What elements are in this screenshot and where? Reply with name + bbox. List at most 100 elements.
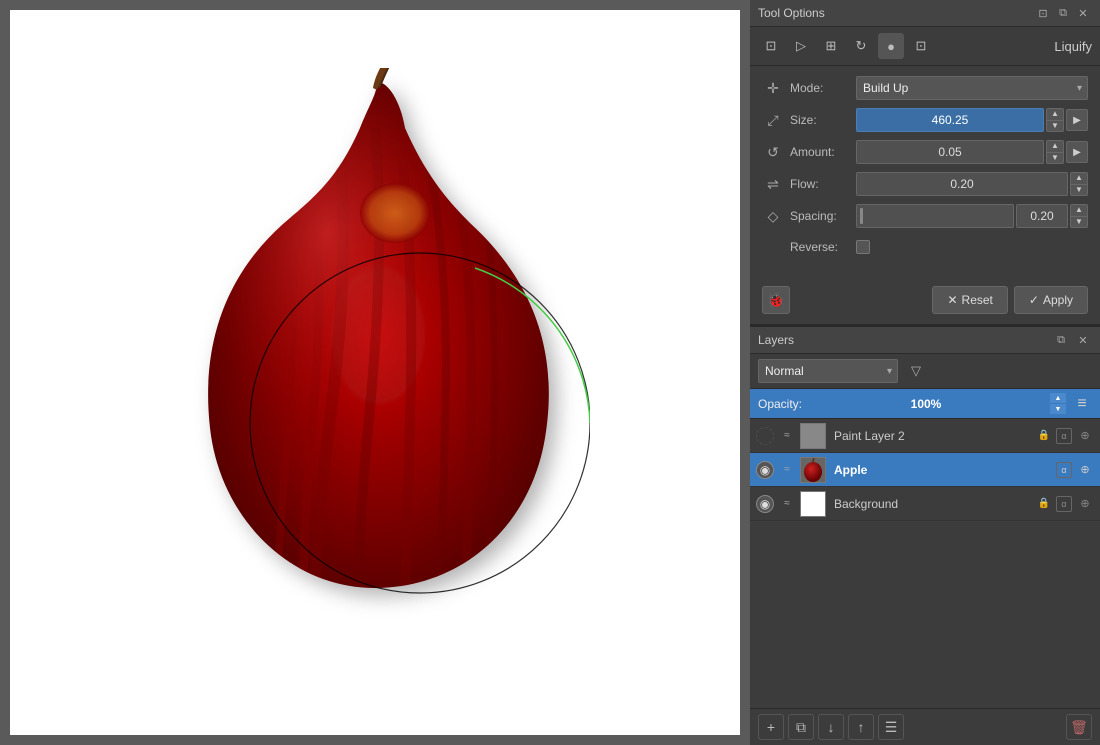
layer-thumb-background: [800, 491, 826, 517]
move-layer-up-btn[interactable]: ↑: [848, 714, 874, 740]
reverse-row: Reverse:: [762, 236, 1088, 258]
reset-label: Reset: [962, 293, 993, 307]
layer-name-background: Background: [830, 497, 1032, 511]
layer-alpha-background: α: [1056, 496, 1072, 512]
reverse-label: Reverse:: [790, 240, 850, 254]
size-up-btn[interactable]: ▲: [1046, 108, 1064, 120]
amount-row: ↺ Amount: 0.05 ▲ ▼ ▶: [762, 140, 1088, 164]
reverse-checkbox[interactable]: [856, 240, 870, 254]
layers-opacity-row: Opacity: 100% ▲ ▼ ≡: [750, 389, 1100, 419]
opacity-value: 100%: [808, 397, 1044, 411]
size-row: ⤢ Size: 460.25 ▲ ▼ ▶: [762, 108, 1088, 132]
layer-action-paint-layer-2[interactable]: ⊕: [1076, 427, 1094, 445]
layers-maximize-btn[interactable]: ⧉: [1052, 331, 1070, 349]
size-down-btn[interactable]: ▼: [1046, 120, 1064, 133]
layer-item-background[interactable]: ◉ ≈ Background 🔒 α ⊕: [750, 487, 1100, 521]
tool-icon-paint[interactable]: ●: [878, 33, 904, 59]
apply-icon: ✓: [1029, 293, 1039, 307]
flow-input[interactable]: 0.20: [856, 172, 1068, 196]
layers-panel: Layers ⧉ ✕ Normal Multiply Screen Overla…: [750, 325, 1100, 745]
add-layer-btn[interactable]: +: [758, 714, 784, 740]
canvas-area[interactable]: [0, 0, 750, 745]
amount-spin: ▲ ▼: [1046, 140, 1064, 164]
opacity-label: Opacity:: [758, 397, 802, 411]
tool-icon-selection[interactable]: ⊡: [908, 33, 934, 59]
flow-down-btn[interactable]: ▼: [1070, 184, 1088, 197]
spacing-up-btn[interactable]: ▲: [1070, 204, 1088, 216]
size-icon: ⤢: [762, 109, 784, 131]
tool-options-maximize-btn[interactable]: ⧉: [1054, 4, 1072, 22]
size-input[interactable]: 460.25: [856, 108, 1044, 132]
layer-item-paint-layer-2[interactable]: ≈ Paint Layer 2 🔒 α ⊕: [750, 419, 1100, 453]
opacity-up-btn[interactable]: ▲: [1050, 393, 1066, 403]
layers-close-btn[interactable]: ✕: [1074, 331, 1092, 349]
size-control: 460.25 ▲ ▼ ▶: [856, 108, 1088, 132]
size-label: Size:: [790, 113, 850, 127]
tool-icon-rect[interactable]: ⊡: [758, 33, 784, 59]
tool-icon-rotate[interactable]: ↻: [848, 33, 874, 59]
delete-layer-btn[interactable]: 🗑: [1066, 714, 1092, 740]
flow-up-btn[interactable]: ▲: [1070, 172, 1088, 184]
layers-footer: + ⧉ ↓ ↑ ☰ 🗑: [750, 708, 1100, 745]
reverse-control: [856, 240, 1088, 254]
action-buttons: ✕ Reset ✓ Apply: [932, 286, 1088, 314]
tool-options-title: Tool Options: [758, 6, 825, 20]
amount-icon: ↺: [762, 141, 784, 163]
amount-input[interactable]: 0.05: [856, 140, 1044, 164]
tool-options-content: ✛ Mode: Build Up Move Grow/Shrink Twirl …: [750, 66, 1100, 276]
mode-icon: ✛: [762, 77, 784, 99]
layer-thumb-paint-layer-2: [800, 423, 826, 449]
opacity-down-btn[interactable]: ▼: [1050, 404, 1066, 414]
spacing-bar[interactable]: [856, 204, 1014, 228]
flow-control: 0.20 ▲ ▼: [856, 172, 1088, 196]
tool-icon-move[interactable]: ▷: [788, 33, 814, 59]
spacing-label: Spacing:: [790, 209, 850, 223]
blend-mode-wrapper: Normal Multiply Screen Overlay: [758, 359, 898, 383]
layer-item-apple[interactable]: ◉ ≈ Apple α: [750, 453, 1100, 487]
layer-properties-btn[interactable]: ☰: [878, 714, 904, 740]
opacity-spin: ▲ ▼: [1050, 393, 1066, 414]
reset-button[interactable]: ✕ Reset: [932, 286, 1007, 314]
apply-button[interactable]: ✓ Apply: [1014, 286, 1088, 314]
spacing-fill: [860, 208, 863, 224]
layer-name-paint-layer-2: Paint Layer 2: [830, 429, 1032, 443]
size-spin: ▲ ▼: [1046, 108, 1064, 132]
mode-select[interactable]: Build Up Move Grow/Shrink Twirl Pinch/Un…: [856, 76, 1088, 100]
layer-action-background[interactable]: ⊕: [1076, 495, 1094, 513]
spacing-down-btn[interactable]: ▼: [1070, 216, 1088, 229]
tool-icon-transform[interactable]: ⊞: [818, 33, 844, 59]
tool-options-footer: 🐞 ✕ Reset ✓ Apply: [750, 276, 1100, 324]
duplicate-layer-btn[interactable]: ⧉: [788, 714, 814, 740]
layer-type-paint-layer-2: ≈: [778, 427, 796, 445]
amount-arrow-icon: ▶: [1066, 141, 1088, 163]
layer-vis-background[interactable]: ◉: [756, 495, 774, 513]
tool-options-header: Tool Options ⊡ ⧉ ✕: [750, 0, 1100, 27]
amount-control: 0.05 ▲ ▼ ▶: [856, 140, 1088, 164]
amount-down-btn[interactable]: ▼: [1046, 152, 1064, 165]
canvas-image: [160, 68, 590, 678]
mode-label: Mode:: [790, 81, 850, 95]
mode-row: ✛ Mode: Build Up Move Grow/Shrink Twirl …: [762, 76, 1088, 100]
tool-options-restore-btn[interactable]: ⊡: [1034, 4, 1052, 22]
layer-thumb-apple: [800, 457, 826, 483]
spacing-input[interactable]: 0.20: [1016, 204, 1068, 228]
layer-vis-apple[interactable]: ◉: [756, 461, 774, 479]
tool-options-close-btn[interactable]: ✕: [1074, 4, 1092, 22]
layers-blend-row: Normal Multiply Screen Overlay ▽: [750, 354, 1100, 389]
layer-lock-background: 🔒: [1036, 496, 1052, 512]
layer-lock-paint-layer-2: 🔒: [1036, 428, 1052, 444]
move-layer-down-btn[interactable]: ↓: [818, 714, 844, 740]
opacity-menu-btn[interactable]: ≡: [1072, 394, 1092, 414]
apply-label: Apply: [1043, 293, 1073, 307]
layer-vis-paint-layer-2[interactable]: [756, 427, 774, 445]
spacing-spin: ▲ ▼: [1070, 204, 1088, 228]
layer-lock-apple: [1036, 462, 1052, 478]
layer-action-apple[interactable]: ⊕: [1076, 461, 1094, 479]
blend-mode-select[interactable]: Normal Multiply Screen Overlay: [758, 359, 898, 383]
amount-up-btn[interactable]: ▲: [1046, 140, 1064, 152]
layer-type-background: ≈: [778, 495, 796, 513]
layers-filter-btn[interactable]: ▽: [904, 359, 928, 383]
layer-alpha-paint-layer-2: α: [1056, 428, 1072, 444]
bug-button[interactable]: 🐞: [762, 286, 790, 314]
layers-header: Layers ⧉ ✕: [750, 327, 1100, 354]
